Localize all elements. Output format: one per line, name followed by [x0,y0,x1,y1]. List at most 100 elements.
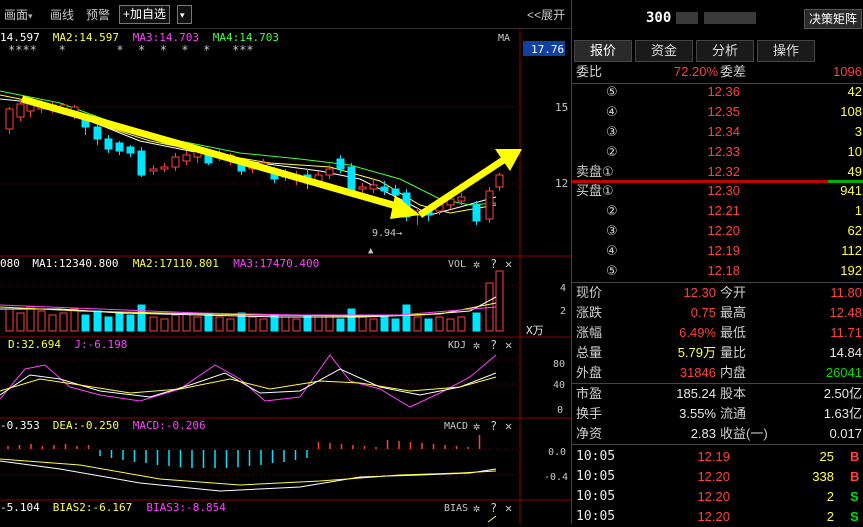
gear-icon[interactable]: ✲ [473,338,480,352]
stock-code: 300 [646,10,672,26]
kdj-panel-name: KDJ [448,340,466,351]
volume: 941 [840,183,862,198]
vol-axis-label: 2 [560,306,566,317]
close-icon[interactable]: ✕ [505,338,512,352]
kdj-j-line [0,354,497,408]
volume-bar [347,308,356,332]
add-favorite-button[interactable]: +加自选 [119,5,171,24]
volume-bar [160,318,169,332]
vol-axis-label: 4 [560,283,566,294]
stat-value: 6.49% [679,325,716,340]
stat-label: 换手 [576,406,603,421]
tick-row: 10:05 12.20 338 B [572,467,863,487]
ask-row[interactable]: ② 12.33 10 [572,142,863,162]
volume-bar [26,306,35,332]
volume: 108 [840,104,862,119]
kdj-axis-label: 80 [553,359,565,370]
add-favorite-dropdown[interactable]: ▾ [177,5,192,24]
stat-label: 流通 [720,406,747,421]
volume-bar [391,318,400,332]
volume-bar [59,312,68,332]
quote-row: 总量 5.79万 量比 14.84 [572,343,863,363]
candle-body [391,188,400,196]
tick-price: 12.20 [697,469,730,484]
candle-body [485,190,494,220]
legend-item: BIAS3:-8.854 [146,501,226,514]
add-favorite-label: +加自选 [123,7,167,21]
bid-row[interactable]: ② 12.21 1 [572,201,863,221]
volume: 3 [854,124,862,139]
draw-line-button[interactable]: 画线 [50,6,74,23]
tick-time: 10:05 [576,449,616,464]
quote-panel: 300 决策矩阵 报价 资金 分析 操作 委比 72.20% 委差 1096 ⑤… [572,0,863,524]
bid-row[interactable]: ⑤ 12.18 192 [572,261,863,281]
gear-icon[interactable]: ✲ [473,257,480,271]
close-icon[interactable]: ✕ [505,419,512,433]
candle-body [16,103,25,118]
price: 12.30 [707,183,740,198]
gear-icon[interactable]: ✲ [473,419,480,433]
ask-row[interactable]: ④ 12.35 108 [572,102,863,122]
candle-body [325,168,334,176]
volume-bar [369,318,378,332]
volume: 192 [840,263,862,278]
tick-price: 12.20 [697,509,730,524]
expand-button[interactable]: <<展开 [527,6,565,23]
legend-item: DEA:-0.250 [53,419,119,432]
volume: 62 [847,223,862,238]
legend-item: BIAS2:-6.167 [53,501,132,514]
volume-bar [259,318,268,332]
kdj-lines [0,354,497,408]
tab-operation[interactable]: 操作 [757,40,815,62]
stat-value: 3.55% [679,406,716,421]
alert-button[interactable]: 预警 [86,6,110,23]
stat-label: 收益(一) [720,426,768,441]
volume-bar [149,316,158,332]
order-diff-value: 1096 [833,64,862,79]
help-icon[interactable]: ? [490,501,497,515]
bid-row[interactable]: 买盘① 12.30 941 [572,181,863,201]
kline-chart-area[interactable]: 14.597 MA2:14.597 MA3:14.703 MA4:14.703 MA … [0,29,572,524]
price: 12.35 [707,104,740,119]
help-icon[interactable]: ? [490,257,497,271]
fundamental-row: 市盈 185.24 股本 2.50亿 [572,384,863,404]
volume-bar [336,318,345,332]
candle-body [104,138,113,150]
close-icon[interactable]: ✕ [505,501,512,515]
tick-side: B [850,449,860,464]
ask-row[interactable]: ⑤ 12.36 42 [572,82,863,102]
tick-price: 12.19 [697,449,730,464]
stat-label: 外盘 [576,365,603,380]
tab-quote[interactable]: 报价 [574,40,632,62]
volume-bar [314,316,323,332]
volume-bar [37,310,46,332]
tick-side: B [850,469,860,484]
stat-value: 31846 [679,365,716,380]
stat-value: 12.48 [829,305,862,320]
bid-row[interactable]: ③ 12.20 62 [572,221,863,241]
help-icon[interactable]: ? [490,419,497,433]
help-icon[interactable]: ? [490,338,497,352]
divider [572,444,863,445]
ask-row[interactable]: 卖盘① 12.32 49 [572,162,863,182]
volume: 112 [841,243,862,258]
fundamental-row: 换手 3.55% 流通 1.63亿 [572,404,863,424]
legend-item: D:32.694 [8,338,61,351]
draw-menu-button[interactable]: 画面▾ [4,6,33,23]
close-icon[interactable]: ✕ [505,257,512,271]
decision-matrix-button[interactable]: 决策矩阵 [804,9,862,29]
signal-stars: **** * * * * * * *** [8,43,254,57]
candle-body [358,186,367,190]
bid-row[interactable]: ④ 12.19 112 [572,241,863,261]
stat-label: 涨幅 [576,325,603,340]
macd-axis-label: -0.4 [544,472,568,483]
quote-row: 涨跌 0.75 最高 12.48 [572,303,863,323]
fundamental-row: 净资 2.83 收益(一) 0.017 [572,424,863,444]
stat-value: 1.63亿 [823,406,862,421]
tab-funds[interactable]: 资金 [635,40,693,62]
gear-icon[interactable]: ✲ [473,501,480,515]
tab-analysis[interactable]: 分析 [696,40,754,62]
order-diff-label: 委差 [720,64,747,79]
quote-row: 外盘 31846 内盘 26041 [572,363,863,383]
ask-row[interactable]: ③ 12.34 3 [572,122,863,142]
